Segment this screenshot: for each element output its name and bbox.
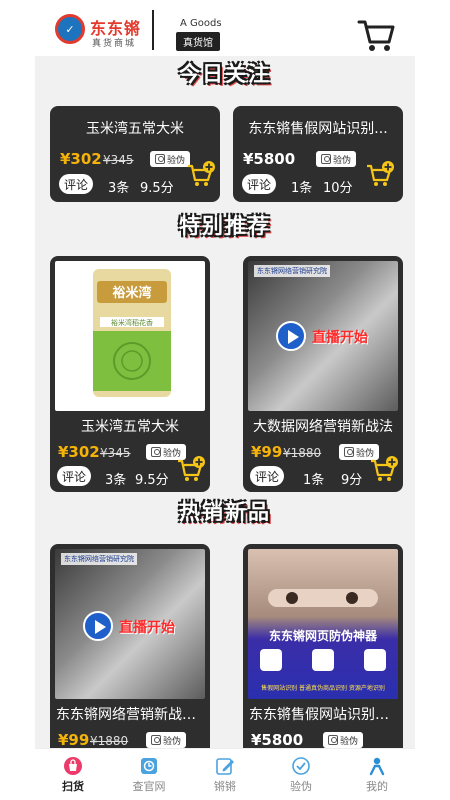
edit-icon	[216, 757, 234, 775]
verify-icon	[292, 756, 310, 775]
verify-icon	[154, 154, 165, 164]
product-price: ¥5800	[251, 731, 304, 748]
comment-button[interactable]: 评论	[57, 466, 92, 486]
product-title: 大数据网络营销新战法	[253, 419, 393, 435]
rice-bag-image: 裕米湾 裕米湾稻花香	[93, 269, 171, 397]
nav-item-shop[interactable]: 扫货	[35, 749, 111, 800]
product-image[interactable]: 东东锵网页防伪神器 售假网站识别 普通真伪商品识别 资源产地识别	[248, 549, 398, 699]
goods-label: A Goods	[180, 18, 222, 29]
rating-score: 9.5分	[140, 181, 174, 196]
promo-title-text: 东东锵网页防伪神器	[268, 629, 377, 643]
review-count: 1条	[291, 181, 313, 196]
promo-sub-text: 售假网站识别 普通真伪商品识别 资源产地识别	[261, 685, 385, 692]
verify-button[interactable]: 验伪	[316, 151, 356, 167]
rating-score: 10分	[323, 181, 353, 196]
recommend-card-2[interactable]: 东东锵网络营销研究院 直播开始 大数据网络营销新战法 ¥99 ¥1880 验伪 …	[243, 256, 403, 492]
add-to-cart-icon[interactable]	[365, 161, 395, 187]
shop-bag-icon	[64, 756, 82, 775]
add-to-cart-icon[interactable]	[186, 161, 216, 187]
product-image[interactable]: 东东锵网络营销研究院 直播开始	[248, 261, 398, 411]
recommend-card-1[interactable]: 裕米湾 裕米湾稻花香 玉米湾五常大米 ¥302 ¥345 验伪 评论 3条 9.…	[50, 256, 210, 492]
brand-subtitle: 真货商城	[92, 39, 137, 49]
product-price: ¥302	[60, 150, 102, 168]
nav-label: 查官网	[132, 779, 166, 793]
product-title: 东东锵网络营销新战法揭...	[56, 707, 210, 723]
rating-score: 9分	[341, 473, 363, 488]
product-old-price: ¥1880	[90, 734, 129, 748]
hot-card-1[interactable]: 东东锵网络营销研究院 直播开始 东东锵网络营销新战法揭... ¥99 ¥1880…	[50, 544, 210, 748]
user-icon	[369, 757, 385, 775]
section-title-hot: 热销新品	[179, 500, 271, 524]
comment-button[interactable]: 评论	[59, 174, 94, 194]
rice-sub-text: 裕米湾稻花香	[111, 318, 153, 327]
review-count: 3条	[105, 473, 127, 488]
product-image[interactable]: 裕米湾 裕米湾稻花香	[55, 261, 205, 411]
comment-button[interactable]: 评论	[242, 174, 277, 194]
product-price: ¥302	[58, 443, 100, 461]
image-caption: 东东锵网络营销研究院	[61, 553, 137, 565]
product-old-price: ¥345	[103, 153, 134, 167]
promo-icon-row	[260, 649, 386, 675]
product-title: 东东锵售假网站识别系统	[249, 707, 403, 723]
verify-label: 验伪	[339, 736, 358, 747]
rice-brand-text: 裕米湾	[111, 285, 151, 301]
product-title: 玉米湾五常大米	[86, 121, 184, 137]
today-card-2[interactable]: 东东锵售假网站识别... ¥5800 验伪 评论 1条 10分	[233, 106, 403, 202]
brand-logo-icon[interactable]: ✓	[55, 14, 85, 44]
nav-label: 验伪	[290, 779, 312, 793]
cart-icon[interactable]	[356, 16, 396, 54]
verify-icon	[343, 447, 354, 457]
product-title: 东东锵售假网站识别...	[248, 121, 388, 137]
verify-icon	[150, 735, 161, 745]
nav-item-official-site[interactable]: 查官网	[111, 749, 187, 800]
verify-icon	[327, 735, 338, 745]
product-old-price: ¥1880	[283, 446, 322, 460]
play-icon[interactable]	[83, 611, 113, 641]
verify-button[interactable]: 验伪	[150, 151, 190, 167]
image-caption: 东东锵网络营销研究院	[254, 265, 330, 277]
product-price: ¥99	[58, 731, 90, 748]
today-card-1[interactable]: 玉米湾五常大米 ¥302 ¥345 验伪 评论 3条 9.5分	[50, 106, 220, 202]
official-site-icon	[141, 757, 157, 774]
verify-icon	[320, 154, 331, 164]
add-to-cart-icon[interactable]	[176, 456, 206, 482]
nav-item-edit[interactable]: 锵锵	[187, 749, 263, 800]
product-price: ¥5800	[243, 150, 296, 168]
add-to-cart-icon[interactable]	[369, 456, 399, 482]
section-title-recommend: 特别推荐	[179, 214, 271, 238]
main-content[interactable]: 今日关注 玉米湾五常大米 ¥302 ¥345 验伪 评论 3条 9.5分 东东锵…	[35, 56, 415, 748]
verify-label: 验伪	[332, 155, 351, 166]
nav-label: 扫货	[62, 779, 84, 793]
goods-badge[interactable]: 真货馆	[176, 32, 220, 51]
product-price: ¥99	[251, 443, 283, 461]
nav-label: 锵锵	[214, 779, 236, 793]
header-divider	[152, 10, 154, 50]
verify-button[interactable]: 验伪	[323, 732, 363, 748]
play-icon[interactable]	[276, 321, 306, 351]
app-header: ✓ 东东锵 真货商城 A Goods 真货馆	[0, 0, 450, 56]
product-image[interactable]: 东东锵网络营销研究院 直播开始	[55, 549, 205, 699]
hot-card-2[interactable]: 东东锵网页防伪神器 售假网站识别 普通真伪商品识别 资源产地识别 东东锵售假网站…	[243, 544, 403, 748]
review-count: 3条	[108, 181, 130, 196]
live-start-text: 直播开始	[119, 620, 175, 636]
nav-item-verify[interactable]: 验伪	[263, 749, 339, 800]
review-count: 1条	[303, 473, 325, 488]
product-old-price: ¥345	[100, 446, 131, 460]
product-title: 玉米湾五常大米	[81, 419, 179, 435]
rating-score: 9.5分	[135, 473, 169, 488]
live-start-text: 直播开始	[312, 330, 368, 346]
verify-button[interactable]: 验伪	[146, 732, 186, 748]
comment-button[interactable]: 评论	[250, 466, 285, 486]
verify-icon	[150, 447, 161, 457]
verify-label: 验伪	[166, 155, 185, 166]
verify-label: 验伪	[162, 736, 181, 747]
section-title-today: 今日关注	[179, 62, 271, 86]
nav-label: 我的	[366, 779, 388, 793]
bottom-nav: 扫货 查官网 锵锵 验伪 我的	[35, 748, 415, 800]
eye-graphic	[268, 589, 378, 607]
nav-item-profile[interactable]: 我的	[339, 749, 415, 800]
